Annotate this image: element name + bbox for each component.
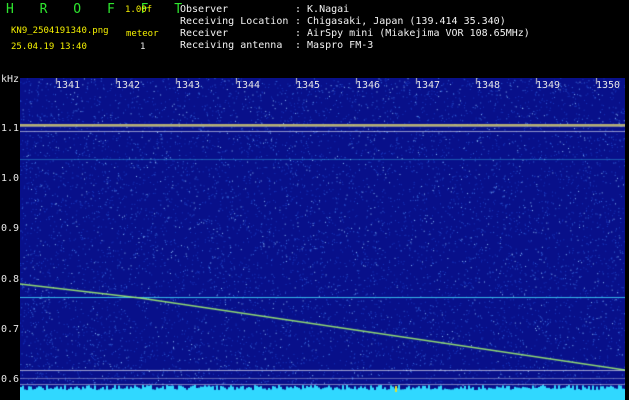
antenna-label: Receiving antenna: [180, 40, 283, 51]
meteor-label: meteor: [126, 29, 159, 39]
y-tick-label: 0.8: [1, 274, 20, 285]
x-tick-label: 1345: [296, 80, 321, 91]
receiver-value: : AirSpy mini (Miakejima VOR 108.65MHz): [295, 28, 530, 39]
x-tick-label: 1344: [236, 80, 261, 91]
y-tick-label: 1.0: [1, 173, 20, 184]
antenna-value: : Maspro FM-3: [295, 40, 374, 51]
y-tick-label: 0.9: [1, 223, 20, 234]
y-tick-label: 1.1: [1, 123, 20, 134]
y-axis-unit: kHz: [1, 74, 20, 85]
spectrogram-panel: [20, 78, 625, 400]
meteor-count: 1: [140, 42, 146, 52]
observer-label: Observer: [180, 4, 229, 15]
location-label: Receiving Location: [180, 16, 289, 27]
spectrogram-waterfall: [20, 78, 625, 400]
receiver-label: Receiver: [180, 28, 229, 39]
x-tick-label: 1342: [116, 80, 141, 91]
version-label: 1.00f: [125, 5, 153, 15]
x-tick-label: 1341: [56, 80, 81, 91]
image-filename: KN9_2504191340.png: [11, 26, 109, 36]
x-tick-label: 1350: [596, 80, 621, 91]
y-tick-label: 0.6: [1, 374, 20, 385]
observer-value: : K.Nagai: [295, 4, 350, 15]
x-tick-label: 1349: [536, 80, 561, 91]
y-tick-label: 0.7: [1, 324, 20, 335]
x-tick-label: 1348: [476, 80, 501, 91]
x-tick-label: 1346: [356, 80, 381, 91]
app-logo: H R O F F T: [6, 2, 192, 17]
observation-timestamp: 25.04.19 13:40: [11, 42, 87, 52]
x-tick-label: 1343: [176, 80, 201, 91]
header-panel: H R O F F T 1.00f KN9_2504191340.png met…: [0, 0, 629, 72]
x-tick-label: 1347: [416, 80, 441, 91]
location-value: : Chigasaki, Japan (139.414 35.340): [295, 16, 506, 27]
